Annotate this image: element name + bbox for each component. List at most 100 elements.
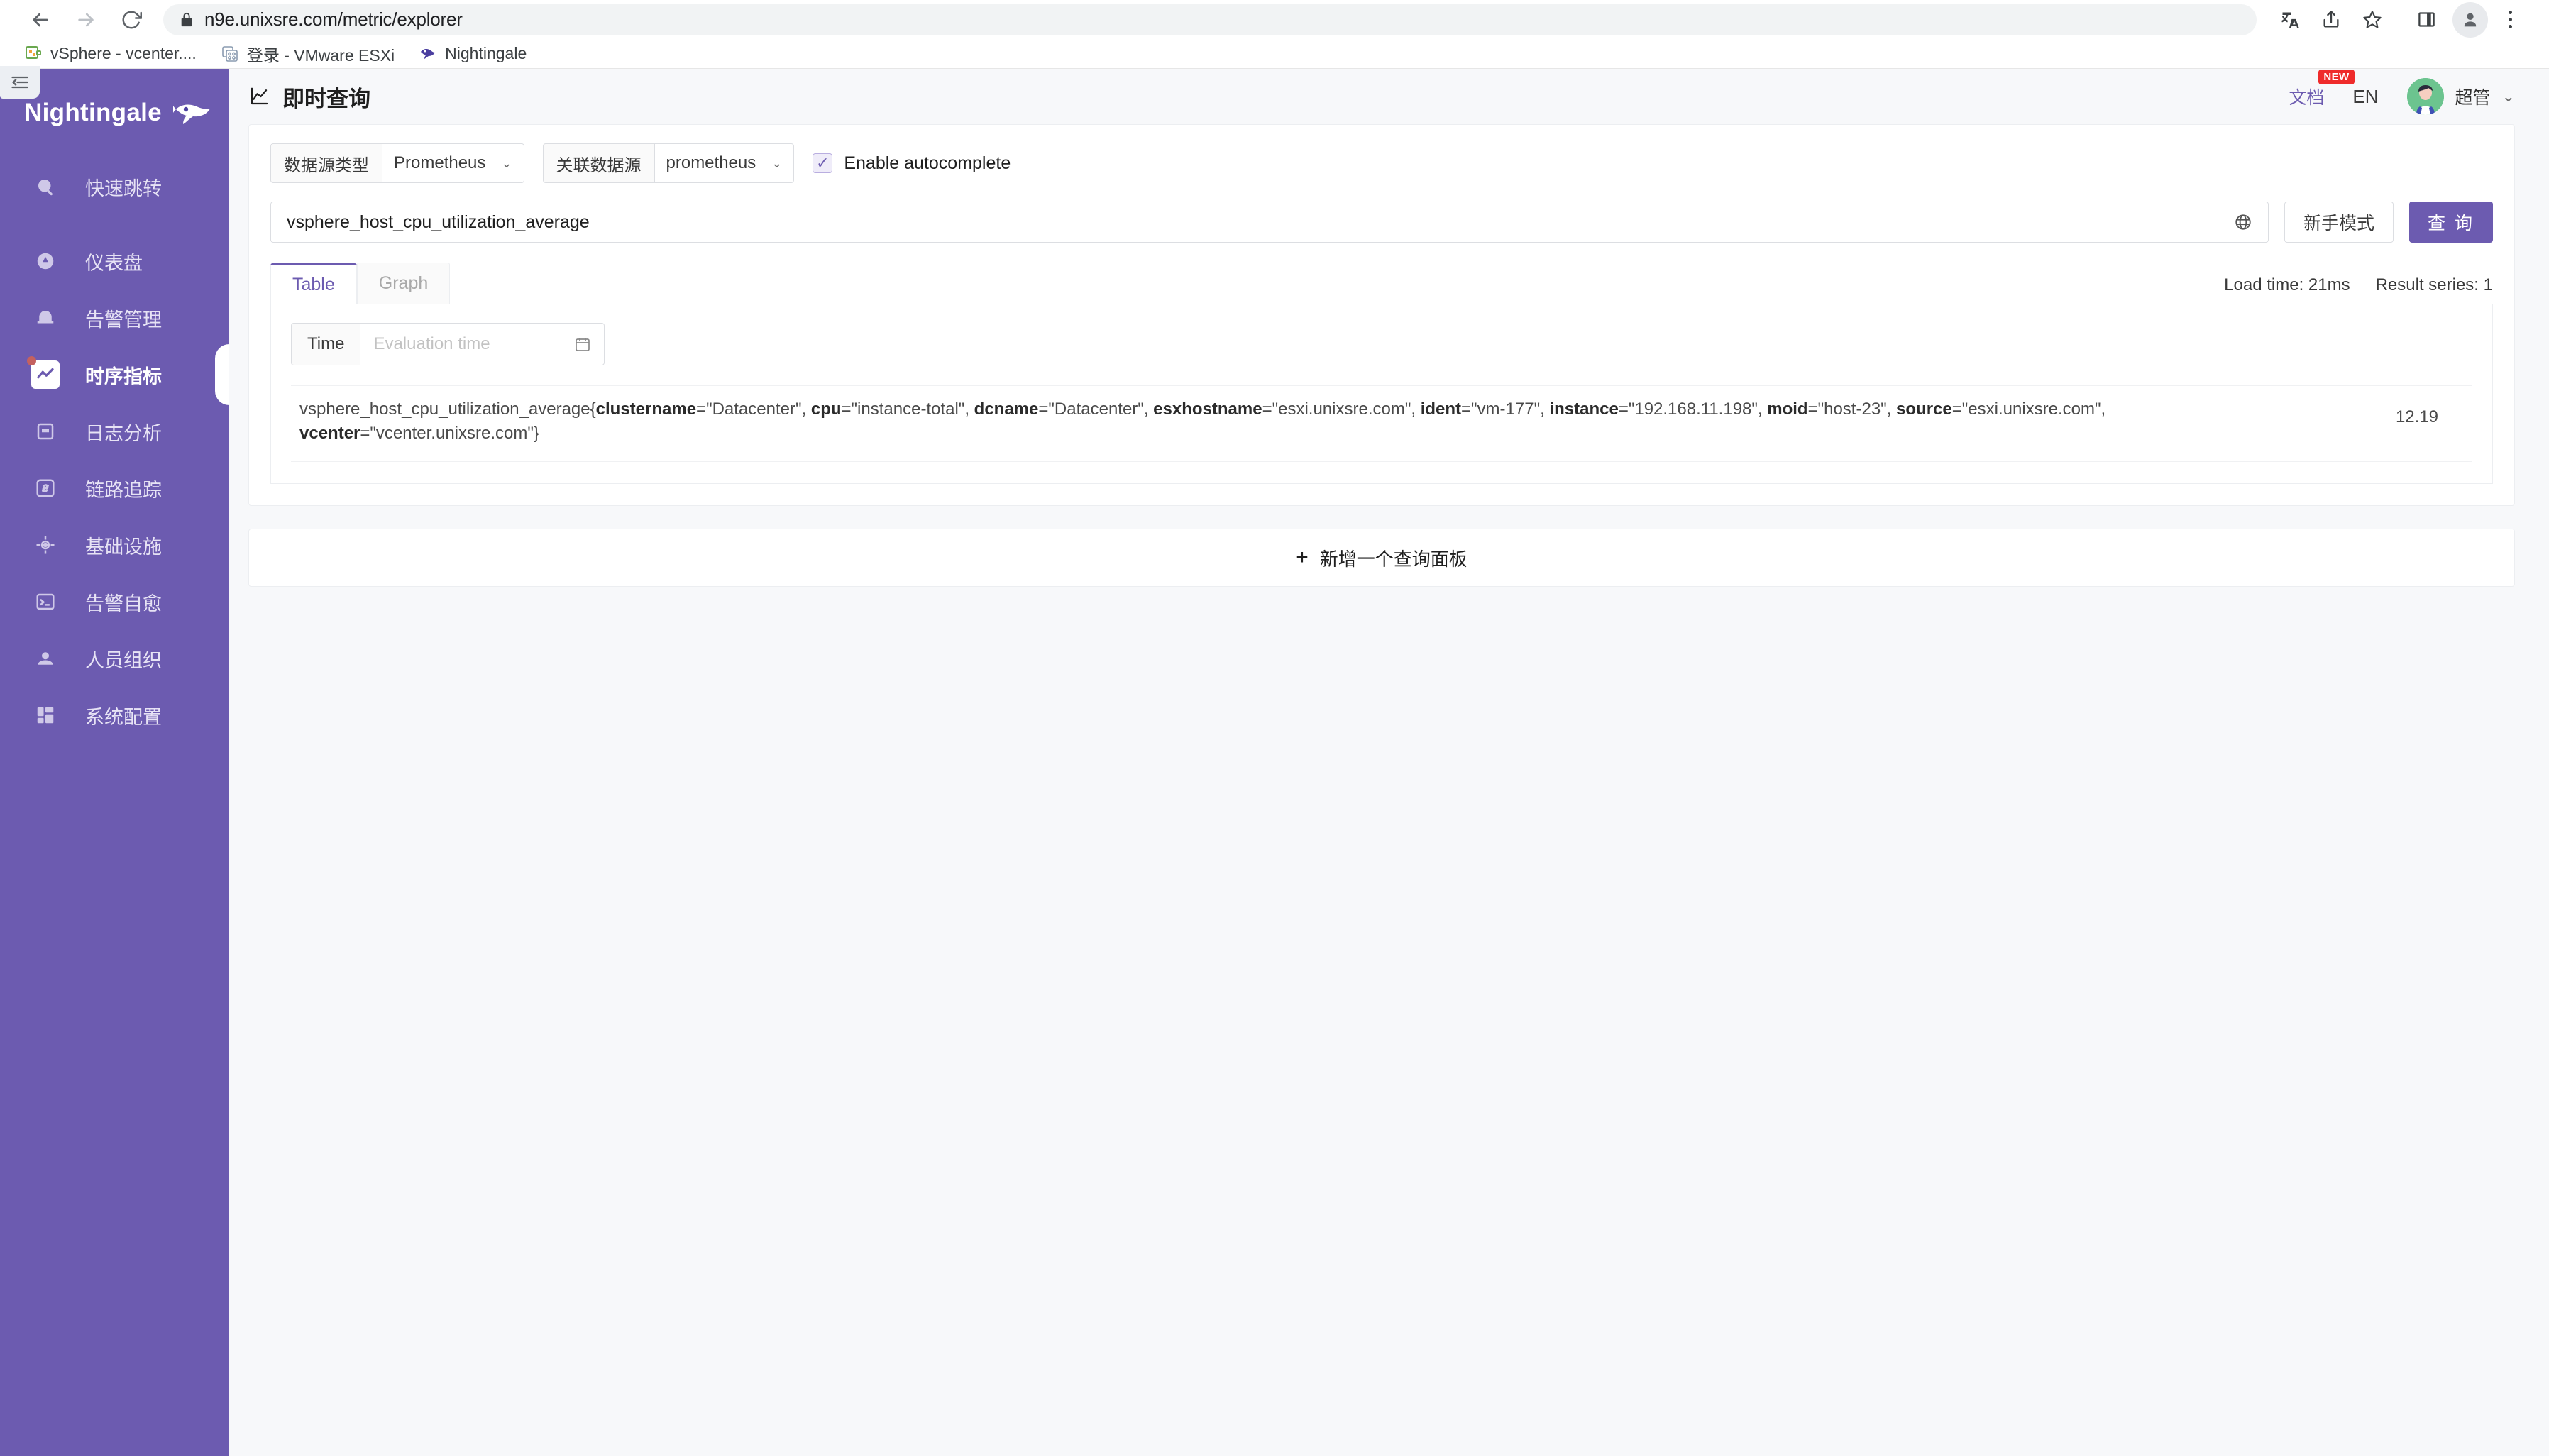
side-panel-icon[interactable]	[2407, 1, 2445, 39]
datasource-type-label: 数据源类型	[270, 143, 382, 183]
result-tabs: Table Graph Load time: 21ms Result serie…	[270, 263, 2493, 304]
plus-icon: +	[1296, 546, 1309, 570]
address-bar[interactable]: n9e.unixsre.com/metric/explorer	[163, 4, 2257, 35]
sidebar-item-logs[interactable]: 日志分析	[0, 403, 229, 460]
load-time: Load time: 21ms	[2224, 275, 2350, 294]
bookmark-nightingale[interactable]: Nightingale	[410, 40, 535, 67]
datasource-type-select[interactable]: Prometheus ⌄	[382, 143, 524, 183]
promql-input[interactable]: vsphere_host_cpu_utilization_average	[270, 202, 2269, 243]
table-row[interactable]: vsphere_host_cpu_utilization_average{clu…	[291, 386, 2472, 463]
sidebar-item-tracing[interactable]: 链路追踪	[0, 460, 229, 517]
sidebar-item-label: 日志分析	[85, 422, 162, 444]
more-menu-icon[interactable]	[2491, 1, 2529, 39]
sidebar-item-label: 告警管理	[85, 309, 162, 331]
sidebar-nav: 快速跳转 仪表盘 告警管理 时序指标 日志分析 链路追踪 基础设施 告警自愈 人…	[0, 158, 229, 744]
back-arrow-icon[interactable]	[20, 0, 61, 40]
sidebar-item-system-settings[interactable]: 系统配置	[0, 687, 229, 744]
new-badge: NEW	[2318, 70, 2355, 84]
docs-link[interactable]: 文档 NEW	[2289, 70, 2355, 109]
promql-row: vsphere_host_cpu_utilization_average 新手模…	[270, 202, 2493, 243]
evaluation-time-input[interactable]: Evaluation time	[360, 323, 605, 365]
sidebar-item-label: 链路追踪	[85, 479, 162, 501]
page-content: 数据源类型 Prometheus ⌄ 关联数据源 prometheus ⌄ ✓ …	[229, 124, 2549, 1456]
bookmark-label: vSphere - vcenter....	[50, 44, 197, 62]
url-bar-row: n9e.unixsre.com/metric/explorer	[0, 0, 2549, 39]
esxi-icon	[221, 45, 239, 63]
globe-icon[interactable]	[2234, 213, 2252, 231]
add-query-panel-button[interactable]: + 新增一个查询面板	[248, 529, 2515, 588]
sidebar-item-org[interactable]: 人员组织	[0, 630, 229, 687]
infrastructure-icon	[31, 531, 60, 559]
tab-graph[interactable]: Graph	[356, 263, 451, 304]
evaluation-time-placeholder: Evaluation time	[373, 334, 490, 353]
datasource-select[interactable]: prometheus ⌄	[654, 143, 795, 183]
sidebar: Nightingale 快速跳转 仪表盘 告警管理 时序指标 日志分析 链路追踪…	[0, 66, 229, 1456]
bookmark-star-icon[interactable]	[2353, 1, 2391, 39]
share-icon[interactable]	[2312, 1, 2350, 39]
series-label-cell: vsphere_host_cpu_utilization_average{clu…	[291, 397, 2259, 446]
sidebar-item-self-healing[interactable]: 告警自愈	[0, 573, 229, 630]
sidebar-item-label: 仪表盘	[85, 252, 143, 274]
translate-icon[interactable]	[2271, 1, 2309, 39]
datasource-type-value: Prometheus	[394, 153, 486, 172]
url-text: n9e.unixsre.com/metric/explorer	[204, 9, 463, 30]
language-switch[interactable]: EN	[2352, 86, 2378, 108]
datasource-controls: 数据源类型 Prometheus ⌄ 关联数据源 prometheus ⌄ ✓ …	[270, 143, 2493, 183]
avatar	[2406, 78, 2444, 115]
query-panel: 数据源类型 Prometheus ⌄ 关联数据源 prometheus ⌄ ✓ …	[248, 124, 2515, 507]
bookmark-label: Nightingale	[445, 44, 527, 62]
bookmarks-bar: vSphere - vcenter.... 登录 - VMware ESXi N…	[0, 39, 2549, 69]
app-topbar: 即时查询 文档 NEW EN 超管 ⌄	[229, 69, 2549, 124]
lock-icon	[179, 12, 194, 28]
sidebar-item-label: 告警自愈	[85, 592, 162, 614]
browser-chrome: n9e.unixsre.com/metric/explorer vSphere …	[0, 0, 2549, 69]
brand-name: Nightingale	[24, 99, 162, 126]
chevron-down-icon: ⌄	[501, 155, 512, 170]
trace-link-icon	[31, 474, 60, 502]
sidebar-item-metrics[interactable]: 时序指标	[0, 346, 229, 403]
topbar-actions: 文档 NEW EN 超管 ⌄	[2289, 70, 2515, 115]
chrome-action-icons	[2271, 1, 2529, 39]
page-title: 即时查询	[282, 86, 370, 111]
promql-value: vsphere_host_cpu_utilization_average	[287, 211, 590, 232]
alert-bell-icon	[31, 304, 60, 332]
datasource-label: 关联数据源	[542, 143, 654, 183]
result-meta: Load time: 21ms Result series: 1	[2224, 275, 2493, 304]
add-query-panel-label: 新增一个查询面板	[1319, 548, 1468, 570]
forward-arrow-icon[interactable]	[65, 0, 106, 40]
time-label: Time	[291, 323, 360, 365]
query-button[interactable]: 查 询	[2409, 202, 2493, 243]
line-chart-icon	[248, 86, 270, 107]
beginner-mode-button[interactable]: 新手模式	[2284, 202, 2394, 243]
docs-label: 文档	[2289, 88, 2325, 108]
collapse-sidebar-icon[interactable]	[0, 66, 40, 99]
profile-icon[interactable]	[2452, 1, 2488, 38]
system-settings-icon	[31, 701, 60, 729]
user-name: 超管	[2455, 88, 2491, 108]
enable-autocomplete-checkbox[interactable]: ✓ Enable autocomplete	[813, 153, 1011, 174]
metrics-chart-icon	[31, 360, 60, 389]
sidebar-item-label: 时序指标	[85, 365, 162, 387]
nightingale-icon	[419, 45, 437, 63]
page-title-area: 即时查询	[248, 81, 370, 113]
app-shell: Nightingale 快速跳转 仪表盘 告警管理 时序指标 日志分析 链路追踪…	[0, 66, 2549, 1456]
sidebar-item-dashboard[interactable]: 仪表盘	[0, 233, 229, 289]
bookmark-vsphere[interactable]: vSphere - vcenter....	[16, 40, 205, 67]
sidebar-item-quick-jump[interactable]: 快速跳转	[0, 158, 229, 215]
user-menu[interactable]: 超管 ⌄	[2406, 78, 2515, 115]
reload-icon[interactable]	[111, 0, 152, 40]
checkbox-label: Enable autocomplete	[844, 153, 1011, 173]
tab-table[interactable]: Table	[270, 263, 357, 304]
calendar-icon[interactable]	[574, 336, 591, 353]
sidebar-item-infrastructure[interactable]: 基础设施	[0, 517, 229, 573]
bookmark-label: 登录 - VMware ESXi	[246, 45, 395, 65]
sidebar-item-label: 系统配置	[85, 706, 162, 728]
terminal-icon	[31, 588, 60, 616]
chevron-down-icon: ⌄	[2501, 87, 2515, 105]
bookmark-esxi[interactable]: 登录 - VMware ESXi	[212, 38, 403, 70]
datasource-group: 关联数据源 prometheus ⌄	[542, 143, 795, 183]
sidebar-item-alerting[interactable]: 告警管理	[0, 289, 229, 346]
user-org-icon	[31, 644, 60, 673]
result-series-count: Result series: 1	[2375, 275, 2493, 294]
result-area: Time Evaluation time vsphere_host_cpu_ut…	[270, 304, 2493, 485]
